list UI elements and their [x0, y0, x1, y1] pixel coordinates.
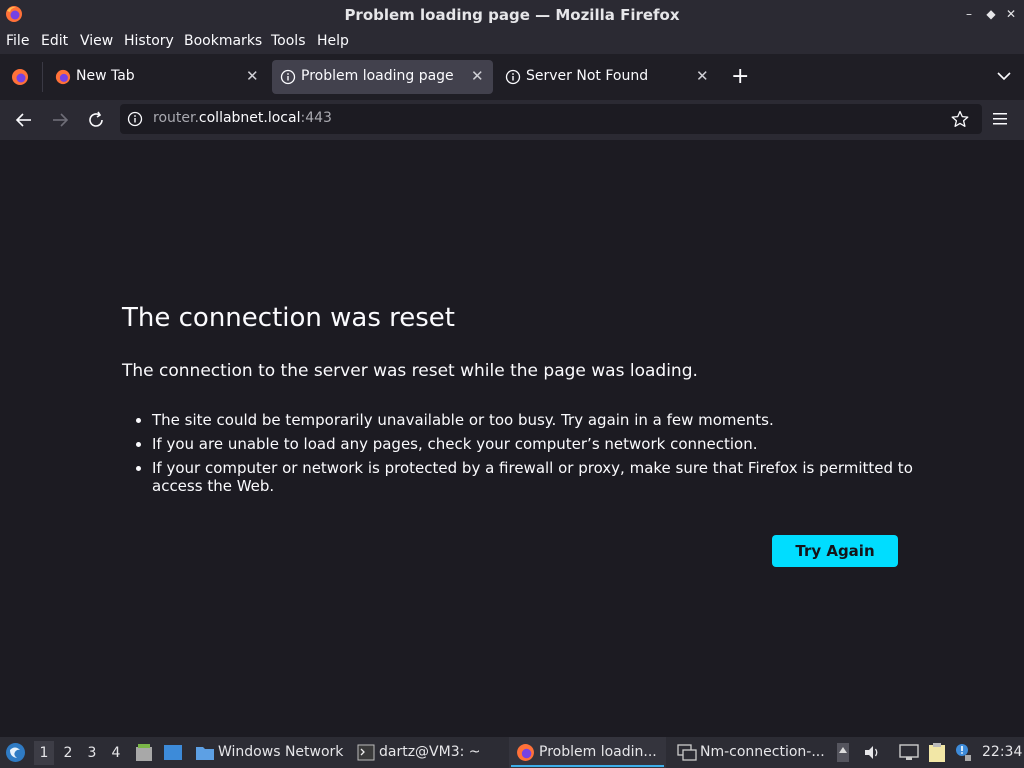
minimize-icon[interactable]: –	[962, 7, 976, 21]
list-tabs-chevron-down-icon[interactable]	[996, 71, 1012, 81]
workspace-1[interactable]: 1	[34, 741, 54, 765]
network-icon	[677, 744, 697, 761]
close-tab-icon[interactable]: ✕	[246, 67, 259, 85]
navigation-toolbar: router.collabnet.local:443	[0, 100, 1024, 140]
new-tab-plus-icon[interactable]: +	[731, 64, 749, 89]
back-arrow-icon[interactable]	[13, 109, 35, 131]
error-title: The connection was reset	[122, 303, 455, 333]
display-icon[interactable]	[899, 744, 919, 761]
close-icon[interactable]: ✕	[1004, 7, 1018, 21]
suggestion-item: The site could be temporarily unavailabl…	[152, 411, 922, 429]
clock[interactable]: 22:34	[982, 744, 1022, 760]
show-desktop-icon[interactable]	[163, 744, 183, 761]
taskbar: 1 2 3 4 Windows Network dartz@VM3: ~ Pro…	[0, 737, 1024, 768]
close-tab-icon[interactable]: ✕	[471, 67, 484, 85]
tab-server-not-found[interactable]: Server Not Found ✕	[497, 60, 717, 94]
task-windows-network[interactable]: Windows Network	[218, 744, 343, 760]
window-title: Problem loading page — Mozilla Firefox	[344, 6, 680, 24]
notification-icon[interactable]	[954, 742, 972, 762]
reload-icon[interactable]	[85, 109, 107, 131]
url-prefix: router.	[153, 110, 199, 126]
url-host: collabnet.local	[198, 110, 301, 126]
url-bar[interactable]: router.collabnet.local:443	[120, 104, 982, 134]
menu-file[interactable]: File	[6, 33, 29, 49]
hamburger-menu-icon[interactable]	[992, 112, 1008, 126]
tab-strip: New Tab ✕ Problem loading page ✕ Server …	[0, 54, 1024, 100]
suggestion-item: If you are unable to load any pages, che…	[152, 435, 922, 453]
terminal-icon	[357, 744, 375, 761]
menu-bar: File Edit View History Bookmarks Tools H…	[0, 29, 1024, 54]
clipboard-icon[interactable]	[927, 742, 947, 763]
task-firefox[interactable]: Problem loadin...	[539, 744, 657, 760]
volume-icon[interactable]	[863, 744, 881, 761]
start-menu-icon[interactable]	[5, 742, 26, 763]
menu-view[interactable]: View	[80, 33, 113, 49]
folder-icon	[196, 747, 214, 760]
tab-problem-loading[interactable]: Problem loading page ✕	[272, 60, 493, 94]
menu-edit[interactable]: Edit	[41, 33, 68, 49]
suggestion-item: If your computer or network is protected…	[152, 459, 922, 495]
close-tab-icon[interactable]: ✕	[696, 67, 709, 85]
scroll-up-icon[interactable]	[836, 742, 850, 763]
url-text[interactable]: router.collabnet.local:443	[153, 110, 332, 126]
menu-tools[interactable]: Tools	[271, 33, 306, 49]
forward-arrow-icon[interactable]	[49, 109, 71, 131]
firefox-view-icon[interactable]	[11, 68, 29, 86]
bookmark-star-icon[interactable]	[951, 110, 969, 128]
firefox-icon	[517, 744, 534, 761]
info-icon	[505, 69, 521, 85]
file-manager-icon[interactable]	[135, 743, 153, 762]
info-icon	[280, 69, 296, 85]
error-description: The connection to the server was reset w…	[122, 361, 698, 381]
error-suggestions: The site could be temporarily unavailabl…	[133, 411, 922, 501]
url-port: :443	[300, 110, 332, 126]
title-bar: Problem loading page — Mozilla Firefox –…	[0, 0, 1024, 29]
task-nm-connection[interactable]: Nm-connection-...	[700, 744, 825, 760]
menu-bookmarks[interactable]: Bookmarks	[184, 33, 262, 49]
tab-label: Server Not Found	[526, 68, 649, 84]
restore-icon[interactable]: ◆	[984, 7, 998, 21]
workspace-4[interactable]: 4	[106, 741, 126, 765]
site-info-icon[interactable]	[127, 111, 143, 127]
tab-label: New Tab	[76, 68, 135, 84]
try-again-button[interactable]: Try Again	[772, 535, 898, 567]
active-task-indicator	[511, 765, 664, 767]
menu-help[interactable]: Help	[317, 33, 349, 49]
firefox-icon	[55, 69, 71, 85]
task-terminal[interactable]: dartz@VM3: ~	[379, 744, 481, 760]
tab-divider	[42, 62, 43, 92]
workspace-3[interactable]: 3	[82, 741, 102, 765]
workspace-2[interactable]: 2	[58, 741, 78, 765]
page-content: The connection was reset The connection …	[0, 140, 1024, 737]
tab-label: Problem loading page	[301, 68, 454, 84]
menu-history[interactable]: History	[124, 33, 174, 49]
tab-new-tab[interactable]: New Tab ✕	[47, 60, 267, 94]
